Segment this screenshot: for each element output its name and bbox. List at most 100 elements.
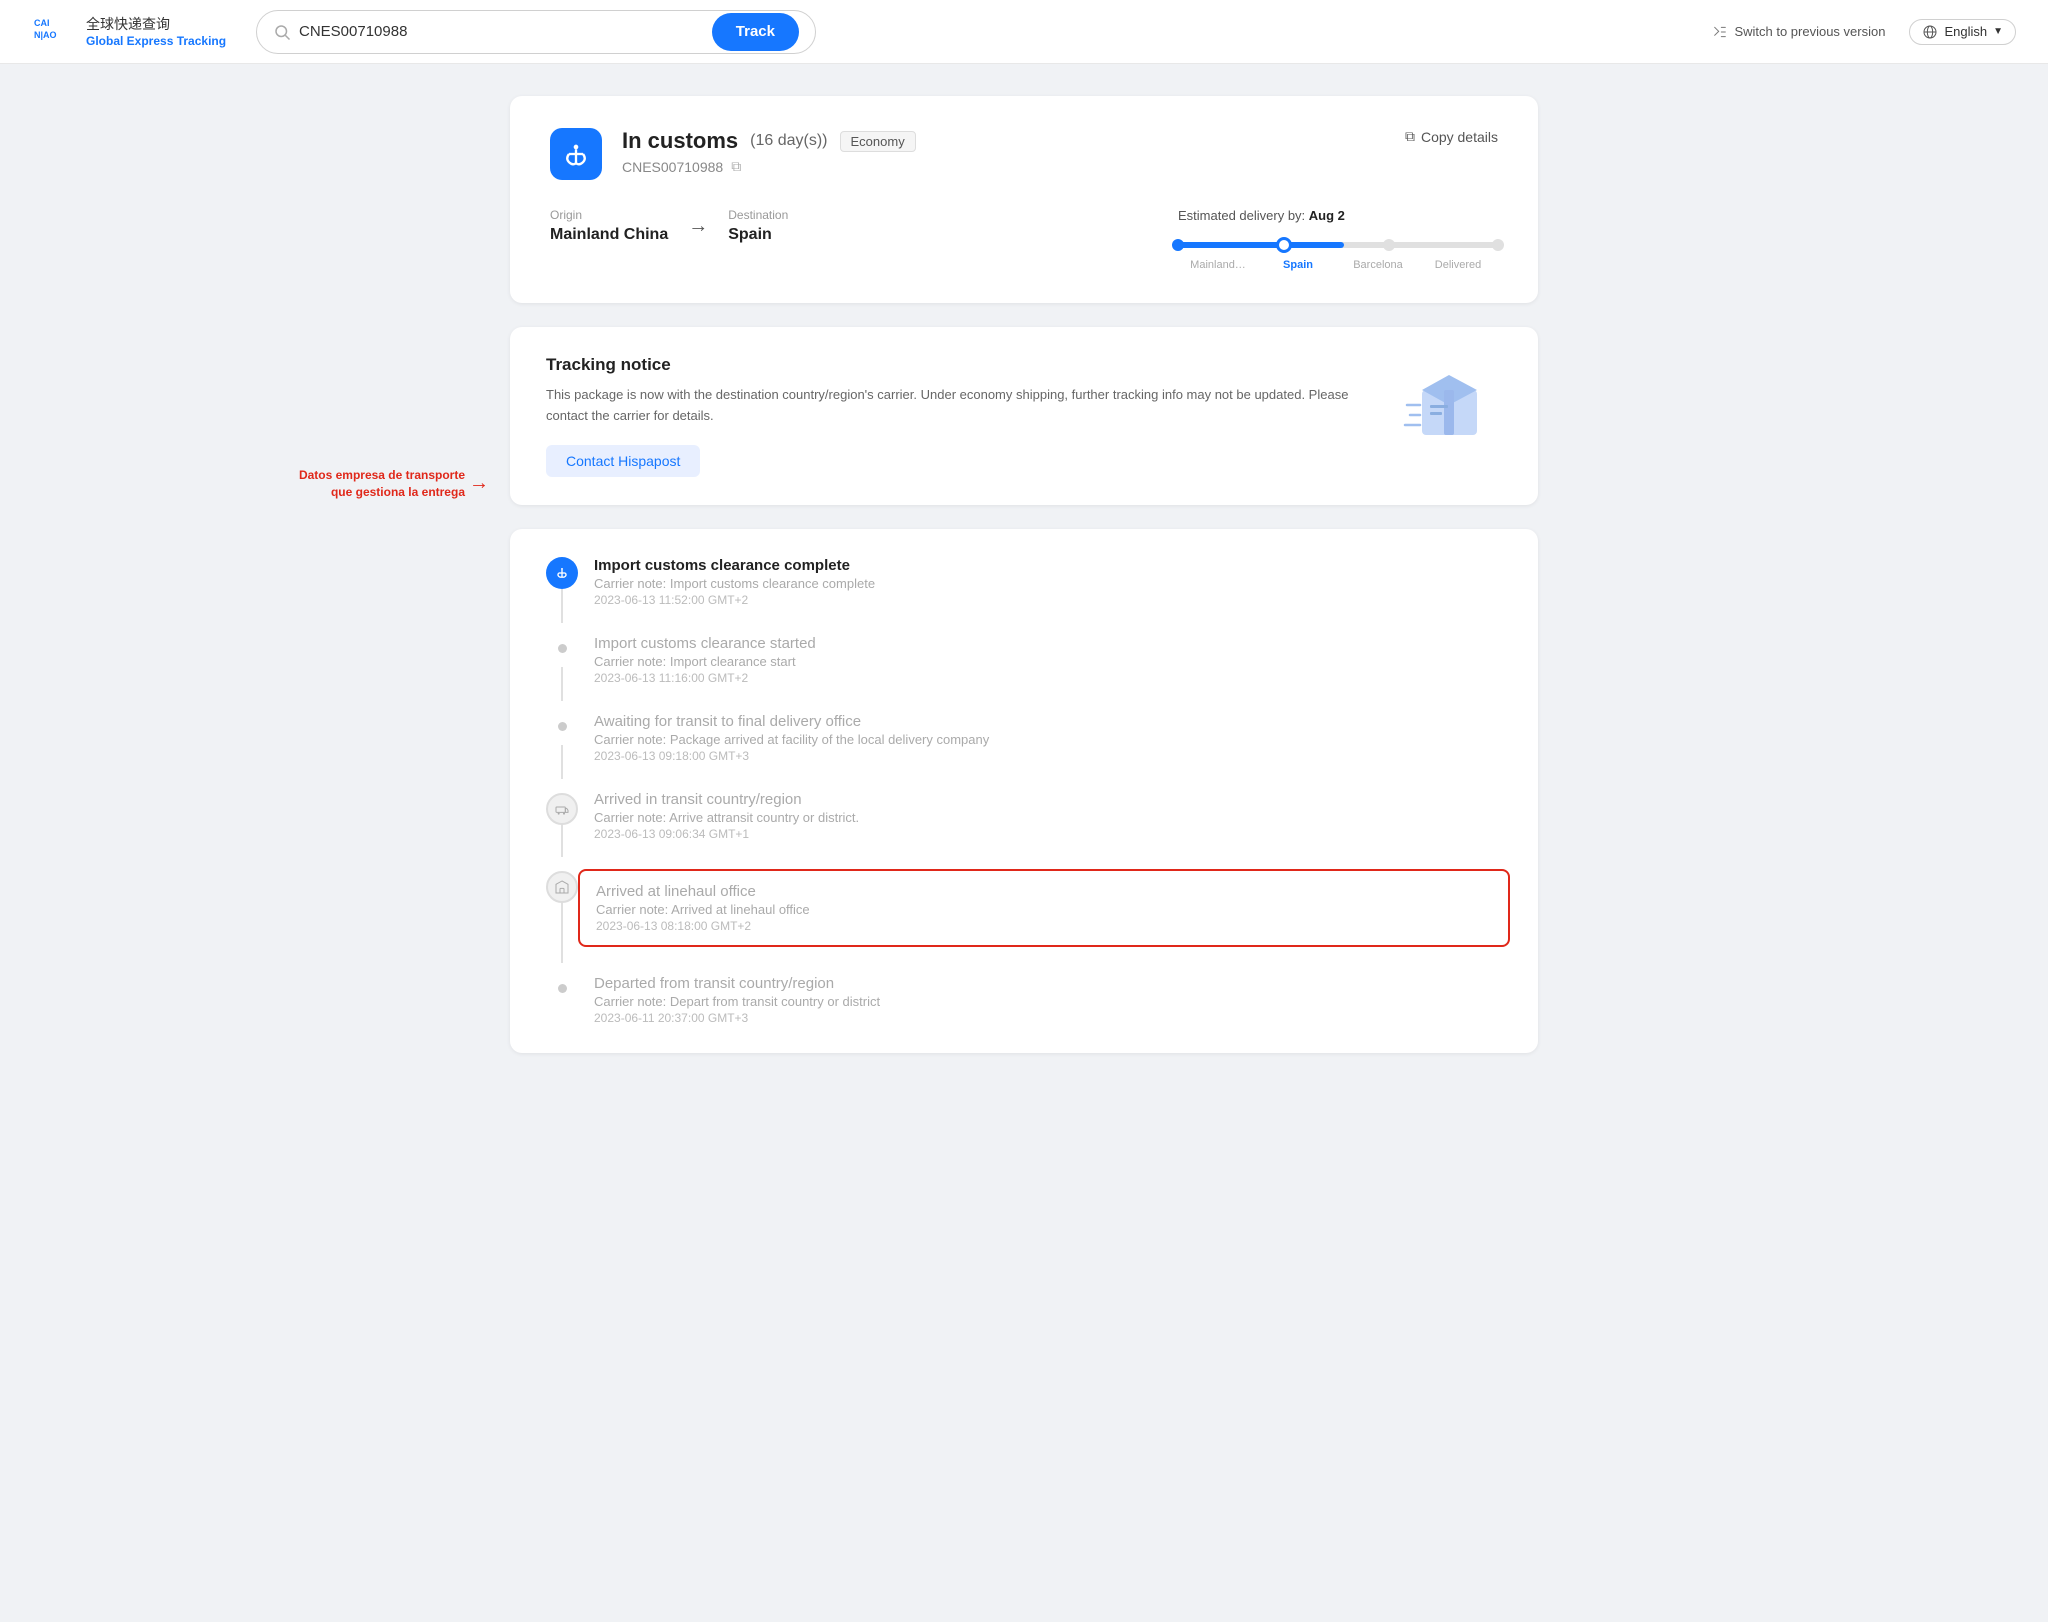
timeline-body-3: Arrived in transit country/region Carrie… xyxy=(594,791,1502,841)
globe-icon xyxy=(1922,24,1938,40)
economy-badge: Economy xyxy=(840,131,916,152)
timeline-note-5: Carrier note: Depart from transit countr… xyxy=(594,994,1502,1009)
timeline-body-2: Awaiting for transit to final delivery o… xyxy=(594,713,1502,763)
timeline-dot xyxy=(558,722,567,731)
tracking-number: CNES00710988 xyxy=(622,159,723,175)
timeline-item: Departed from transit country/region Car… xyxy=(546,975,1502,1025)
timeline-note-2: Carrier note: Package arrived at facilit… xyxy=(594,732,1502,747)
linehaul-icon xyxy=(554,879,570,895)
timeline-title-1: Import customs clearance started xyxy=(594,635,1502,652)
logo-text: 全球快递查询 Global Express Tracking xyxy=(86,15,226,47)
timeline-body-4: Arrived at linehaul office Carrier note:… xyxy=(578,869,1510,947)
copy-icon: ⧉ xyxy=(1405,128,1415,145)
route-arrow-icon: → xyxy=(688,215,708,238)
package-title-row: In customs (16 day(s)) Economy xyxy=(622,128,1385,154)
timeline-dot xyxy=(558,984,567,993)
timeline-time-4: 2023-06-13 08:18:00 GMT+2 xyxy=(596,919,1492,933)
progress-fill xyxy=(1178,242,1344,248)
timeline-title-2: Awaiting for transit to final delivery o… xyxy=(594,713,1502,730)
progress-label-0: Mainland… xyxy=(1178,259,1258,271)
track-button[interactable]: Track xyxy=(712,13,799,51)
package-status-icon xyxy=(550,128,602,180)
timeline-icon-customs-complete xyxy=(546,557,578,589)
origin-city: Mainland China xyxy=(550,226,668,244)
destination-city: Spain xyxy=(728,226,788,244)
progress-container: Mainland… Spain Barcelona Delivered xyxy=(1178,235,1498,271)
search-input[interactable] xyxy=(299,23,704,40)
transit-icon xyxy=(554,801,570,817)
language-selector[interactable]: English ▼ xyxy=(1909,19,2016,45)
annotation-text: Datos empresa de transporte que gestiona… xyxy=(290,467,465,501)
timeline-dot-wrapper xyxy=(546,975,578,1025)
copy-details-button[interactable]: ⧉ Copy details xyxy=(1405,128,1498,145)
timeline-item-highlighted: Arrived at linehaul office Carrier note:… xyxy=(546,869,1502,947)
notice-content: Tracking notice This package is now with… xyxy=(546,355,1378,477)
header: CAI N|AO 全球快递查询 Global Express Tracking … xyxy=(0,0,2048,64)
timeline-note-0: Carrier note: Import customs clearance c… xyxy=(594,576,1502,591)
estimated-date: Aug 2 xyxy=(1309,208,1345,223)
delivery-section: Estimated delivery by: Aug 2 Mainlan xyxy=(1178,208,1498,271)
timeline-icon-transit xyxy=(546,793,578,825)
timeline-item: Import customs clearance started Carrier… xyxy=(546,635,1502,685)
origin-label: Origin xyxy=(550,208,668,222)
main-content: In customs (16 day(s)) Economy CNES00710… xyxy=(494,96,1554,1053)
progress-label-1: Spain xyxy=(1258,259,1338,271)
tracking-number-row: CNES00710988 ⧉ xyxy=(622,158,1385,175)
anchor-icon xyxy=(562,140,590,168)
timeline-note-3: Carrier note: Arrive attransit country o… xyxy=(594,810,1502,825)
timeline-dot-wrapper xyxy=(546,635,578,685)
route-section: Origin Mainland China → Destination Spai… xyxy=(550,208,1498,271)
tracking-notice-card: Tracking notice This package is now with… xyxy=(510,327,1538,505)
timeline-note-1: Carrier note: Import clearance start xyxy=(594,654,1502,669)
switch-version-btn[interactable]: Switch to previous version xyxy=(1712,24,1885,40)
language-label: English xyxy=(1944,24,1987,39)
timeline-body-5: Departed from transit country/region Car… xyxy=(594,975,1502,1025)
package-illustration xyxy=(1402,355,1502,445)
timeline-title-4: Arrived at linehaul office xyxy=(596,883,1492,900)
progress-dot-1 xyxy=(1276,237,1292,253)
progress-dot-3 xyxy=(1492,239,1504,251)
progress-label-2: Barcelona xyxy=(1338,259,1418,271)
logo-en: Global Express Tracking xyxy=(86,34,226,48)
logo-area: CAI N|AO 全球快递查询 Global Express Tracking xyxy=(32,10,232,54)
notice-title: Tracking notice xyxy=(546,355,1378,375)
timeline-title-5: Departed from transit country/region xyxy=(594,975,1502,992)
search-icon xyxy=(273,23,291,41)
svg-text:CAI: CAI xyxy=(34,18,50,28)
search-bar: Track xyxy=(256,10,816,54)
timeline-time-0: 2023-06-13 11:52:00 GMT+2 xyxy=(594,593,1502,607)
svg-text:N|AO: N|AO xyxy=(34,30,57,40)
timeline-item: Import customs clearance complete Carrie… xyxy=(546,557,1502,607)
timeline-dot-wrapper xyxy=(546,713,578,763)
package-card: In customs (16 day(s)) Economy CNES00710… xyxy=(510,96,1538,303)
timeline-title-0: Import customs clearance complete xyxy=(594,557,1502,574)
cainiao-logo-icon: CAI N|AO xyxy=(32,10,76,54)
timeline-body-0: Import customs clearance complete Carrie… xyxy=(594,557,1502,607)
annotation-wrapper: Datos empresa de transporte que gestiona… xyxy=(290,467,489,501)
chevron-down-icon: ▼ xyxy=(1993,26,2003,37)
progress-label-3: Delivered xyxy=(1418,259,1498,271)
package-days-text: (16 day(s)) xyxy=(750,132,827,150)
notice-illustration xyxy=(1402,355,1502,450)
origin-block: Origin Mainland China xyxy=(550,208,668,244)
progress-bar xyxy=(1178,235,1498,255)
progress-dot-2 xyxy=(1383,239,1395,251)
copy-details-label: Copy details xyxy=(1421,129,1498,145)
destination-block: Destination Spain xyxy=(728,208,788,244)
package-header: In customs (16 day(s)) Economy CNES00710… xyxy=(550,128,1498,180)
header-right: Switch to previous version English ▼ xyxy=(1712,19,2016,45)
timeline-card: Import customs clearance complete Carrie… xyxy=(510,529,1538,1053)
contact-hispapost-button[interactable]: Contact Hispapost xyxy=(546,445,700,477)
timeline-note-4: Carrier note: Arrived at linehaul office xyxy=(596,902,1492,917)
copy-tracking-icon[interactable]: ⧉ xyxy=(731,158,741,175)
route-origin-dest: Origin Mainland China → Destination Spai… xyxy=(550,208,788,244)
switch-icon xyxy=(1712,24,1728,40)
logo-cn: 全球快递查询 xyxy=(86,15,226,33)
timeline-time-2: 2023-06-13 09:18:00 GMT+3 xyxy=(594,749,1502,763)
progress-dot-0 xyxy=(1172,239,1184,251)
timeline-time-5: 2023-06-11 20:37:00 GMT+3 xyxy=(594,1011,1502,1025)
timeline-icon-linehaul xyxy=(546,871,578,903)
timeline-item: Arrived in transit country/region Carrie… xyxy=(546,791,1502,841)
annotation-arrow-icon: → xyxy=(469,472,489,495)
notice-section-wrapper: Datos empresa de transporte que gestiona… xyxy=(510,327,1538,505)
